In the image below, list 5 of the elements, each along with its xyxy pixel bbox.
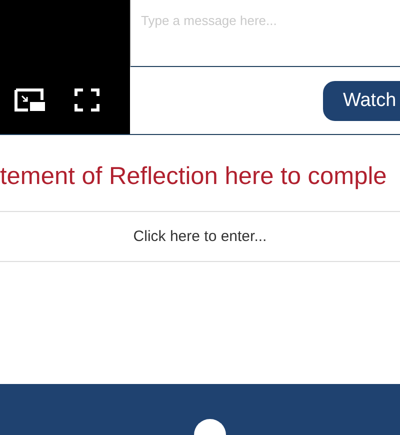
picture-in-picture-icon[interactable] — [14, 88, 46, 112]
watch-button[interactable]: Watch — [323, 80, 400, 120]
fullscreen-icon[interactable] — [74, 88, 100, 112]
reflection-entry-field[interactable]: Click here to enter... — [88, 227, 312, 246]
reflection-prompt: tement of Reflection here to comple — [0, 163, 387, 191]
